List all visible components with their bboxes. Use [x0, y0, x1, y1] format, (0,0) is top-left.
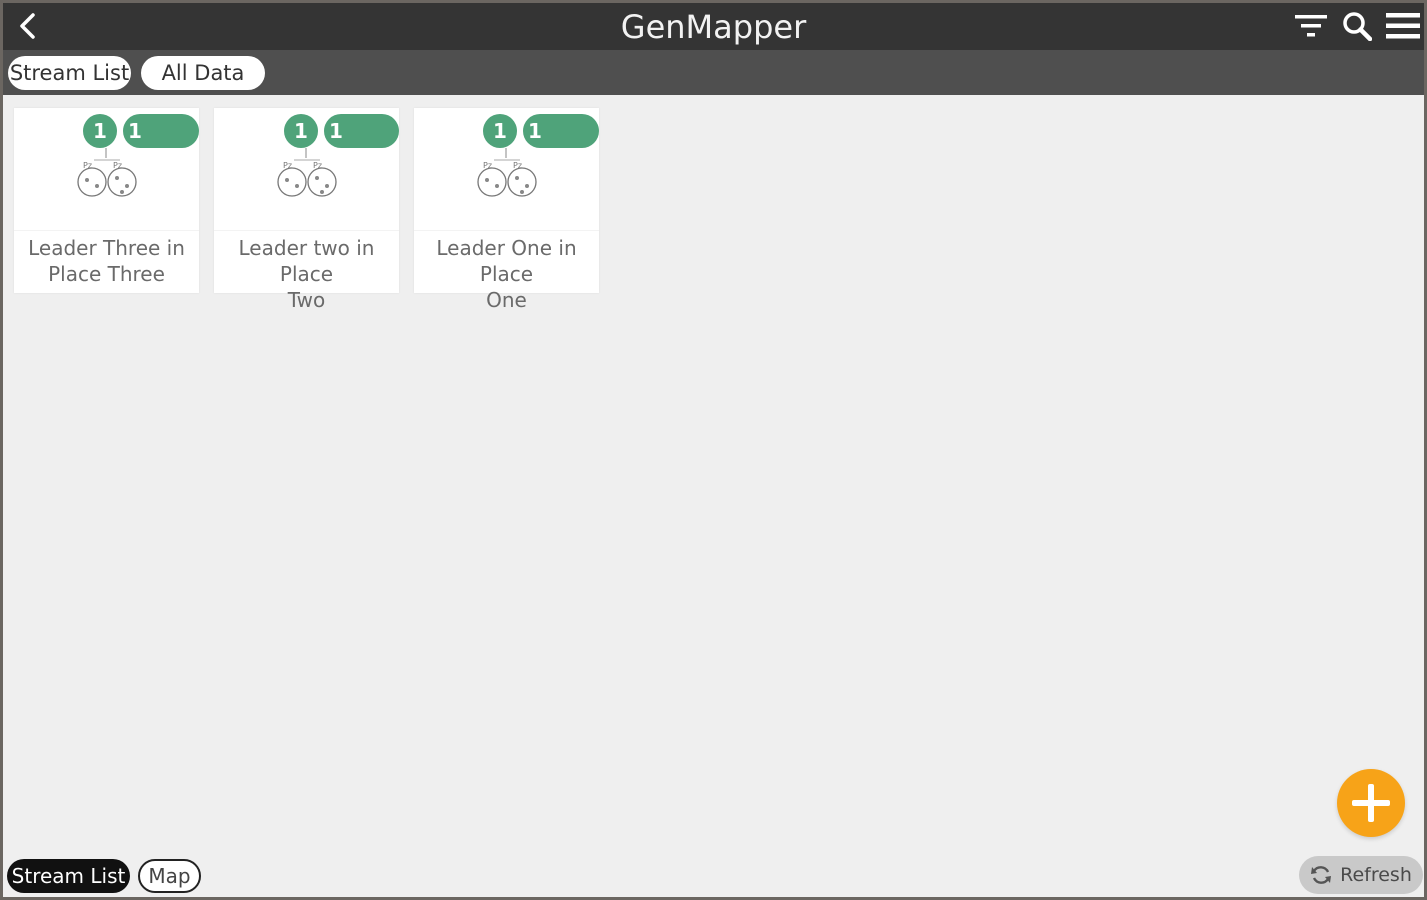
- svg-text:Pz: Pz: [513, 161, 522, 170]
- search-button[interactable]: [1340, 9, 1374, 43]
- card-label-line2: One: [486, 288, 527, 312]
- tab-stream-list[interactable]: Stream List: [8, 56, 131, 90]
- top-icons: [1294, 9, 1420, 43]
- stream-list-view-button[interactable]: Stream List: [7, 859, 130, 893]
- card-label: Leader Three in Place Three: [14, 235, 199, 287]
- menu-icon: [1386, 13, 1420, 39]
- search-icon: [1343, 12, 1372, 41]
- generation-badge: 1 Gen: [523, 114, 599, 177]
- refresh-icon: [1311, 866, 1332, 884]
- add-stream-button[interactable]: [1337, 769, 1405, 837]
- card-divider: [414, 230, 599, 231]
- refresh-label: Refresh: [1340, 864, 1412, 886]
- card-divider: [14, 230, 199, 231]
- card-thumbnail: Pz Pz 1 1 Gen: [214, 108, 399, 230]
- card-label-line1: Leader One in Place: [436, 236, 577, 286]
- plus-icon: [1352, 784, 1390, 822]
- card-label-line1: Leader two in Place: [238, 236, 375, 286]
- card-label-line2: Place Three: [48, 262, 165, 286]
- stream-card[interactable]: Pz Pz 1 1 Gen Leader One in Place One: [414, 108, 599, 312]
- card-label-line1: Leader Three in: [28, 236, 185, 260]
- stream-card[interactable]: Pz Pz 1 1 Gen Leader two in Place Two: [214, 108, 399, 312]
- card-thumbnail: Pz Pz 1 1 Gen: [414, 108, 599, 230]
- svg-text:Pz: Pz: [283, 161, 292, 170]
- svg-text:Pz: Pz: [313, 161, 322, 170]
- svg-text:Pz: Pz: [113, 161, 122, 170]
- card-label: Leader two in Place Two: [214, 235, 399, 313]
- refresh-button[interactable]: Refresh: [1299, 856, 1423, 894]
- card-divider: [214, 230, 399, 231]
- view-tabs-bar: Stream List All Data: [3, 50, 1424, 95]
- svg-text:Pz: Pz: [83, 161, 92, 170]
- filter-icon: [1295, 15, 1327, 37]
- card-label-line2: Two: [287, 288, 326, 312]
- menu-button[interactable]: [1386, 9, 1420, 43]
- filter-button[interactable]: [1294, 9, 1328, 43]
- app-title: GenMapper: [620, 8, 807, 46]
- svg-text:Pz: Pz: [483, 161, 492, 170]
- stream-card[interactable]: Pz Pz 1 1 Gen Leader Three in Place Thre…: [14, 108, 199, 293]
- generation-badge: 1 Gen: [123, 114, 199, 177]
- top-bar: GenMapper: [3, 3, 1424, 50]
- tab-all-data[interactable]: All Data: [141, 56, 265, 90]
- app-window: GenMapper Stream List All Data Pz Pz 1 1…: [3, 3, 1424, 897]
- generation-badge: 1 Gen: [324, 114, 399, 177]
- card-label: Leader One in Place One: [414, 235, 599, 313]
- count-badge: 1: [83, 114, 117, 148]
- card-thumbnail: Pz Pz 1 1 Gen: [14, 108, 199, 230]
- count-badge: 1: [483, 114, 517, 148]
- count-badge: 1: [284, 114, 318, 148]
- map-view-button[interactable]: Map: [138, 859, 201, 893]
